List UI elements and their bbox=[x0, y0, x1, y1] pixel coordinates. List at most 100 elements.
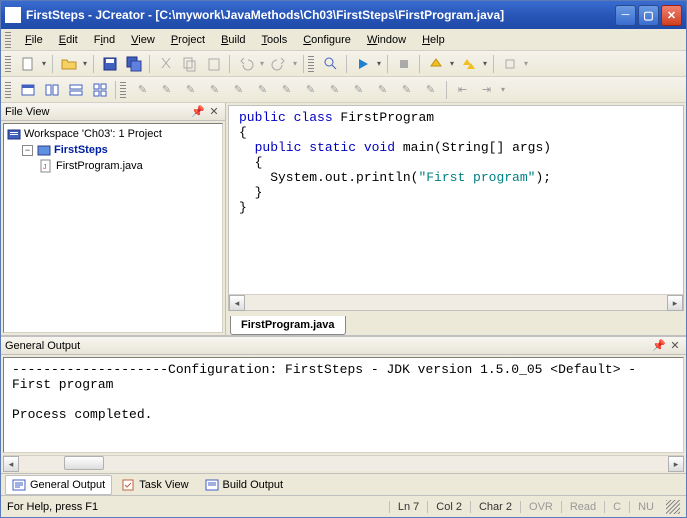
menu-build[interactable]: Build bbox=[213, 32, 253, 48]
output-text[interactable]: --------------------Configuration: First… bbox=[3, 357, 684, 453]
out-scroll-left-icon[interactable]: ◂ bbox=[3, 456, 19, 472]
menu-file[interactable]: File bbox=[17, 32, 51, 48]
menu-help[interactable]: Help bbox=[414, 32, 453, 48]
task-tab-icon bbox=[121, 478, 135, 492]
editor-tab-active[interactable]: FirstProgram.java bbox=[230, 316, 346, 335]
tb2-btn-8[interactable]: ✎ bbox=[299, 79, 322, 101]
tb2-btn-13[interactable]: ✎ bbox=[419, 79, 442, 101]
tb2-btn-3[interactable]: ✎ bbox=[179, 79, 202, 101]
file-view-pane: File View 📌 ✕ Workspace 'Ch03': 1 Projec… bbox=[1, 103, 226, 335]
undo-button[interactable] bbox=[234, 53, 257, 75]
expander-icon[interactable]: − bbox=[22, 145, 33, 156]
out-scroll-thumb[interactable] bbox=[64, 456, 104, 470]
editor-hscroll[interactable]: ◂ ▸ bbox=[229, 294, 683, 310]
run-button[interactable] bbox=[351, 53, 374, 75]
close-button[interactable]: ✕ bbox=[661, 5, 682, 26]
status-caps: C bbox=[604, 501, 629, 513]
tb2-btn-4[interactable]: ✎ bbox=[203, 79, 226, 101]
toolbar-main: ▾ ▾ ▾ ▾ ▾ ▾ ▾ ▾ bbox=[1, 51, 686, 77]
tb2-btn-12[interactable]: ✎ bbox=[395, 79, 418, 101]
output-hscroll[interactable]: ◂ ▸ bbox=[3, 455, 684, 471]
scroll-left-icon[interactable]: ◂ bbox=[229, 295, 245, 311]
status-num: NU bbox=[629, 501, 662, 513]
workspace-node[interactable]: Workspace 'Ch03': 1 Project bbox=[6, 126, 220, 142]
titlebar[interactable]: FirstSteps - JCreator - [C:\mywork\JavaM… bbox=[1, 1, 686, 29]
tab-general-output[interactable]: General Output bbox=[5, 475, 112, 495]
menu-window[interactable]: Window bbox=[359, 32, 414, 48]
new-button[interactable] bbox=[16, 53, 39, 75]
tool-button[interactable] bbox=[498, 53, 521, 75]
out-scroll-right-icon[interactable]: ▸ bbox=[668, 456, 684, 472]
app-icon bbox=[5, 7, 21, 23]
tb2-btn-5[interactable]: ✎ bbox=[227, 79, 250, 101]
menu-find[interactable]: Find bbox=[86, 32, 123, 48]
open-button[interactable] bbox=[57, 53, 80, 75]
output-pin-icon[interactable]: 📌 bbox=[652, 339, 666, 353]
build-all-button[interactable] bbox=[457, 53, 480, 75]
status-ovr: OVR bbox=[520, 501, 561, 513]
tab-build-output[interactable]: Build Output bbox=[198, 475, 291, 495]
tb2-btn-7[interactable]: ✎ bbox=[275, 79, 298, 101]
scroll-track[interactable] bbox=[245, 295, 667, 310]
toolbar-grip-2[interactable] bbox=[308, 56, 314, 72]
minimize-button[interactable]: ─ bbox=[615, 5, 636, 26]
open-dropdown[interactable]: ▾ bbox=[81, 59, 89, 68]
build-tab-icon bbox=[205, 478, 219, 492]
toolbar-grip[interactable] bbox=[5, 56, 11, 72]
scroll-right-icon[interactable]: ▸ bbox=[667, 295, 683, 311]
tb2-btn-11[interactable]: ✎ bbox=[371, 79, 394, 101]
tb2-btn-6[interactable]: ✎ bbox=[251, 79, 274, 101]
pin-icon[interactable]: 📌 bbox=[191, 105, 205, 119]
window-button-1[interactable] bbox=[16, 79, 39, 101]
resize-grip[interactable] bbox=[666, 500, 680, 514]
window-button-3[interactable] bbox=[64, 79, 87, 101]
window-button-2[interactable] bbox=[40, 79, 63, 101]
tb2-btn-1[interactable]: ✎ bbox=[131, 79, 154, 101]
status-col: Col 2 bbox=[427, 501, 470, 513]
stop-button[interactable] bbox=[392, 53, 415, 75]
menu-tools[interactable]: Tools bbox=[254, 32, 296, 48]
build-button[interactable] bbox=[424, 53, 447, 75]
paste-button[interactable] bbox=[202, 53, 225, 75]
file-node[interactable]: J FirstProgram.java bbox=[6, 158, 220, 174]
code-editor[interactable]: public class FirstProgram { public stati… bbox=[229, 106, 683, 294]
tb2-btn-2[interactable]: ✎ bbox=[155, 79, 178, 101]
toolbar-second: ✎ ✎ ✎ ✎ ✎ ✎ ✎ ✎ ✎ ✎ ✎ ✎ ✎ ⇤ ⇥ ▾ bbox=[1, 77, 686, 103]
tab-task-view[interactable]: Task View bbox=[114, 475, 195, 495]
menu-edit[interactable]: Edit bbox=[51, 32, 86, 48]
redo-button[interactable] bbox=[267, 53, 290, 75]
output-tab-icon bbox=[12, 478, 26, 492]
menu-view[interactable]: View bbox=[123, 32, 163, 48]
cut-button[interactable] bbox=[154, 53, 177, 75]
statusbar: For Help, press F1 Ln 7 Col 2 Char 2 OVR… bbox=[1, 495, 686, 517]
window-button-4[interactable] bbox=[88, 79, 111, 101]
file-label: FirstProgram.java bbox=[56, 160, 143, 172]
workspace-label: Workspace 'Ch03': 1 Project bbox=[24, 128, 162, 140]
save-button[interactable] bbox=[98, 53, 121, 75]
project-label: FirstSteps bbox=[54, 144, 108, 156]
status-read: Read bbox=[561, 501, 604, 513]
tb2-btn-14[interactable]: ⇤ bbox=[451, 79, 474, 101]
workspace-icon bbox=[6, 127, 21, 141]
menubar-grip[interactable] bbox=[5, 32, 11, 48]
copy-button[interactable] bbox=[178, 53, 201, 75]
tb2-btn-10[interactable]: ✎ bbox=[347, 79, 370, 101]
save-all-button[interactable] bbox=[122, 53, 145, 75]
tb2-btn-9[interactable]: ✎ bbox=[323, 79, 346, 101]
editor-pane: public class FirstProgram { public stati… bbox=[226, 103, 686, 335]
project-node[interactable]: − FirstSteps bbox=[6, 142, 220, 158]
toolbar2-grip-2[interactable] bbox=[120, 82, 126, 98]
tb2-btn-15[interactable]: ⇥ bbox=[475, 79, 498, 101]
out-scroll-track[interactable] bbox=[19, 456, 668, 471]
menu-project[interactable]: Project bbox=[163, 32, 213, 48]
new-dropdown[interactable]: ▾ bbox=[40, 59, 48, 68]
output-close-icon[interactable]: ✕ bbox=[668, 339, 682, 353]
menu-configure[interactable]: Configure bbox=[295, 32, 359, 48]
toolbar2-grip[interactable] bbox=[5, 82, 11, 98]
maximize-button[interactable]: ▢ bbox=[638, 5, 659, 26]
find-button[interactable] bbox=[319, 53, 342, 75]
file-tree[interactable]: Workspace 'Ch03': 1 Project − FirstSteps… bbox=[3, 123, 223, 333]
output-pane: General Output 📌 ✕ --------------------C… bbox=[1, 335, 686, 495]
status-char: Char 2 bbox=[470, 501, 520, 513]
pane-close-icon[interactable]: ✕ bbox=[207, 105, 221, 119]
